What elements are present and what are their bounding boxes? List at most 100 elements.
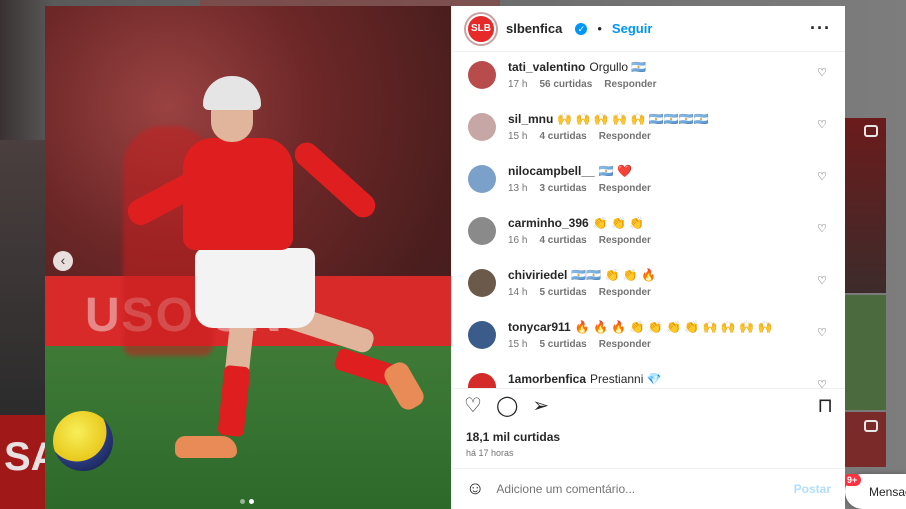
heart-icon[interactable]: ♡ bbox=[464, 393, 482, 418]
comment-line: nilocampbell__ 🇦🇷 ❤️ bbox=[508, 164, 815, 178]
comment-line: sil_mnu 🙌 🙌 🙌 🙌 🙌 🇦🇷🇦🇷🇦🇷🇦🇷 bbox=[508, 112, 815, 126]
comment-username[interactable]: carminho_396 bbox=[508, 216, 589, 230]
carousel-prev-button[interactable]: ‹ bbox=[53, 251, 73, 271]
comments-list[interactable]: tati_valentino Orgullo 🇦🇷 17 h 56 curtida… bbox=[452, 52, 845, 388]
background-right-card-2 bbox=[845, 295, 886, 410]
comment-body: carminho_396 👏 👏 👏 16 h 4 curtidas Respon… bbox=[508, 216, 815, 246]
comment-heart-icon[interactable]: ♡ bbox=[815, 66, 829, 79]
comment-body: chiviriedel 🇦🇷🇦🇷 👏 👏 🔥 14 h 5 curtidas Re… bbox=[508, 268, 815, 298]
comment-item: tati_valentino Orgullo 🇦🇷 17 h 56 curtida… bbox=[468, 60, 829, 112]
comment-avatar[interactable] bbox=[468, 217, 496, 246]
comment-time: 14 h bbox=[508, 287, 528, 299]
carousel-dots bbox=[240, 499, 254, 504]
follow-button[interactable]: Seguir bbox=[612, 21, 652, 36]
bookmark-icon[interactable]: ⊓ bbox=[817, 393, 833, 418]
comment-username[interactable]: tonycar911 bbox=[508, 320, 571, 334]
player-boot bbox=[175, 436, 237, 458]
more-options-icon[interactable]: ··· bbox=[810, 18, 831, 39]
profile-avatar[interactable]: SLB bbox=[466, 13, 496, 44]
comment-heart-icon[interactable]: ♡ bbox=[815, 326, 829, 339]
profile-username[interactable]: slbenfica bbox=[506, 21, 562, 36]
reply-button[interactable]: Responder bbox=[599, 287, 651, 298]
post-actions: ♡ ◯ ➢ ⊓ bbox=[452, 387, 845, 422]
carousel-dot-active bbox=[249, 499, 254, 504]
comment-text: 🙌 🙌 🙌 🙌 🙌 🇦🇷🇦🇷🇦🇷🇦🇷 bbox=[557, 112, 709, 127]
background-left-card bbox=[0, 140, 45, 420]
background-right-card bbox=[845, 118, 886, 293]
comment-likes[interactable]: 56 curtidas bbox=[539, 79, 592, 90]
comment-likes[interactable]: 4 curtidas bbox=[539, 131, 586, 142]
comment-line: tonycar911 🔥 🔥 🔥 👏 👏 👏 👏 🙌 🙌 🙌 🙌 bbox=[508, 320, 815, 334]
player-sock bbox=[217, 364, 251, 438]
comment-meta: 15 h 4 curtidas Responder bbox=[508, 131, 815, 142]
messages-badge: 9+ bbox=[843, 474, 862, 486]
comment-likes[interactable]: 3 curtidas bbox=[539, 183, 586, 194]
comment-text: Orgullo 🇦🇷 bbox=[589, 60, 647, 75]
player-hair bbox=[203, 76, 261, 110]
comment-body: sil_mnu 🙌 🙌 🙌 🙌 🙌 🇦🇷🇦🇷🇦🇷🇦🇷 15 h 4 curtida… bbox=[508, 112, 815, 142]
comment-avatar[interactable] bbox=[468, 113, 496, 142]
player-shorts bbox=[195, 248, 315, 328]
comment-item: 1amorbenficaPrestianni 💎 17 h 27 curtida… bbox=[468, 372, 829, 388]
comment-avatar[interactable] bbox=[468, 165, 496, 194]
comment-heart-icon[interactable]: ♡ bbox=[815, 170, 829, 183]
post-header: SLB slbenfica ✓ • Seguir ··· bbox=[452, 6, 845, 53]
reply-button[interactable]: Responder bbox=[599, 131, 651, 142]
comment-likes[interactable]: 5 curtidas bbox=[539, 339, 586, 350]
comment-item: nilocampbell__ 🇦🇷 ❤️ 13 h 3 curtidas Resp… bbox=[468, 164, 829, 216]
post-timestamp: há 17 horas bbox=[466, 447, 514, 458]
post-side-panel: SLB slbenfica ✓ • Seguir ··· tati_valent… bbox=[451, 6, 845, 509]
comment-text: 🇦🇷 ❤️ bbox=[598, 164, 632, 179]
comment-text: 🇦🇷🇦🇷 👏 👏 🔥 bbox=[571, 268, 657, 283]
verified-icon: ✓ bbox=[575, 22, 588, 35]
comment-likes[interactable]: 5 curtidas bbox=[539, 287, 586, 298]
comment-time: 13 h bbox=[508, 183, 528, 195]
comment-heart-icon[interactable]: ♡ bbox=[815, 378, 829, 388]
comment-body: tati_valentino Orgullo 🇦🇷 17 h 56 curtida… bbox=[508, 60, 815, 90]
comment-meta: 17 h 56 curtidas Responder bbox=[508, 79, 815, 90]
comment-line: tati_valentino Orgullo 🇦🇷 bbox=[508, 60, 815, 74]
comment-body: 1amorbenficaPrestianni 💎 17 h 27 curtida… bbox=[508, 372, 815, 388]
comment-heart-icon[interactable]: ♡ bbox=[815, 118, 829, 131]
comment-time: 15 h bbox=[508, 131, 528, 143]
comment-username[interactable]: tati_valentino bbox=[508, 60, 585, 74]
comment-line: chiviriedel 🇦🇷🇦🇷 👏 👏 🔥 bbox=[508, 268, 815, 282]
comment-input[interactable] bbox=[496, 481, 782, 496]
comment-likes[interactable]: 4 curtidas bbox=[539, 235, 586, 246]
comment-item: carminho_396 👏 👏 👏 16 h 4 curtidas Respon… bbox=[468, 216, 829, 268]
comment-avatar[interactable] bbox=[468, 373, 496, 388]
comment-meta: 15 h 5 curtidas Responder bbox=[508, 339, 815, 350]
comment-heart-icon[interactable]: ♡ bbox=[815, 274, 829, 287]
reply-button[interactable]: Responder bbox=[599, 339, 651, 350]
reply-button[interactable]: Responder bbox=[604, 79, 656, 90]
comment-icon[interactable]: ◯ bbox=[496, 393, 518, 418]
football bbox=[53, 411, 113, 471]
separator: • bbox=[597, 21, 602, 37]
comment-meta: 13 h 3 curtidas Responder bbox=[508, 183, 815, 194]
likes-count[interactable]: 18,1 mil curtidas bbox=[452, 422, 845, 444]
comment-time: 16 h bbox=[508, 235, 528, 247]
multi-photo-icon bbox=[864, 125, 878, 137]
comment-heart-icon[interactable]: ♡ bbox=[815, 222, 829, 235]
comment-item: tonycar911 🔥 🔥 🔥 👏 👏 👏 👏 🙌 🙌 🙌 🙌 15 h 5 c… bbox=[468, 320, 829, 372]
comment-avatar[interactable] bbox=[468, 61, 496, 90]
comment-username[interactable]: sil_mnu bbox=[508, 112, 553, 126]
emoji-icon[interactable]: ☺ bbox=[466, 478, 484, 499]
comment-item: chiviriedel 🇦🇷🇦🇷 👏 👏 🔥 14 h 5 curtidas Re… bbox=[468, 268, 829, 320]
comment-meta: 14 h 5 curtidas Responder bbox=[508, 287, 815, 298]
background-left-card-bottom: SA bbox=[0, 415, 60, 509]
comment-username[interactable]: 1amorbenfica bbox=[508, 372, 586, 386]
messages-label: Mensag bbox=[869, 484, 906, 499]
reply-button[interactable]: Responder bbox=[599, 183, 651, 194]
reply-button[interactable]: Responder bbox=[599, 235, 651, 246]
comment-avatar[interactable] bbox=[468, 269, 496, 298]
comment-body: nilocampbell__ 🇦🇷 ❤️ 13 h 3 curtidas Resp… bbox=[508, 164, 815, 194]
comment-username[interactable]: nilocampbell__ bbox=[508, 164, 595, 178]
comment-line: carminho_396 👏 👏 👏 bbox=[508, 216, 815, 230]
share-icon[interactable]: ➢ bbox=[532, 393, 549, 418]
comment-username[interactable]: chiviriedel bbox=[508, 268, 567, 282]
comment-body: tonycar911 🔥 🔥 🔥 👏 👏 👏 👏 🙌 🙌 🙌 🙌 15 h 5 c… bbox=[508, 320, 815, 350]
comment-text: Prestianni 💎 bbox=[590, 372, 662, 387]
post-button[interactable]: Postar bbox=[794, 482, 831, 496]
comment-avatar[interactable] bbox=[468, 321, 496, 350]
